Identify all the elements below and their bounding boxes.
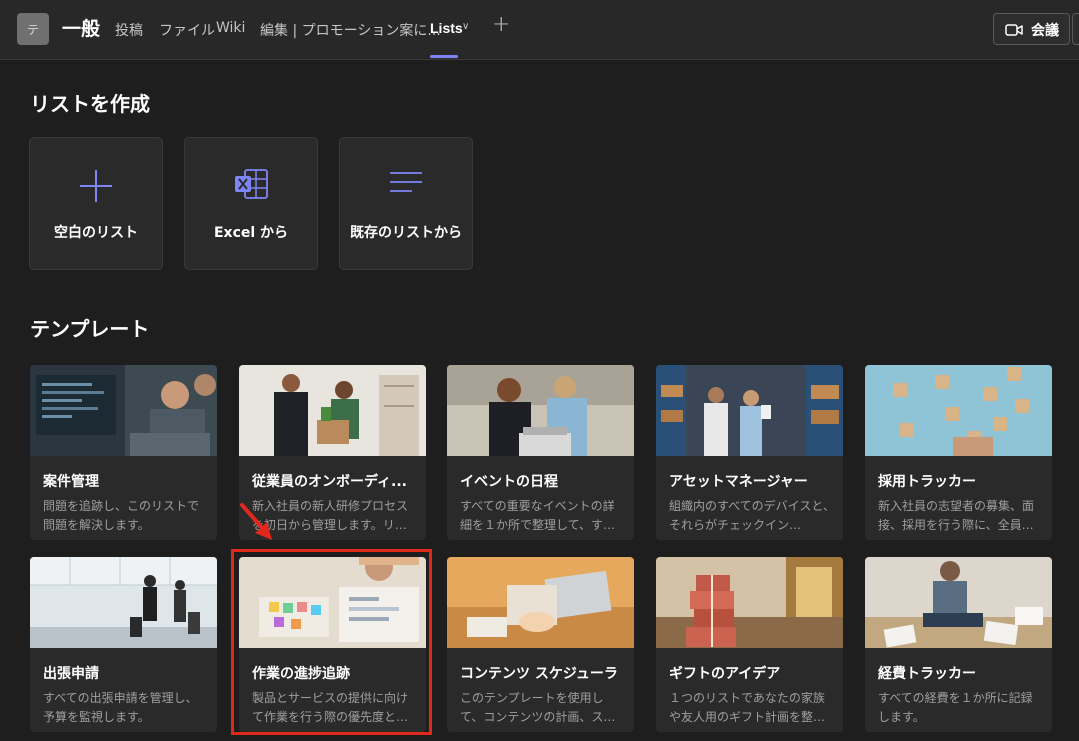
- template-image: [656, 365, 843, 456]
- template-image: [239, 365, 426, 456]
- active-tab-indicator: [430, 55, 458, 58]
- template-card-travel-requests[interactable]: 出張申請 すべての出張申請を管理し、予算を監視します。: [30, 557, 217, 732]
- tab-wiki[interactable]: Wiki: [216, 20, 245, 36]
- template-image: [865, 365, 1052, 456]
- tab-posts[interactable]: 投稿: [115, 20, 143, 40]
- plus-icon: [80, 170, 112, 202]
- red-arrow-icon: [240, 503, 272, 540]
- template-title: 経費トラッカー: [878, 666, 976, 682]
- template-description: 新入社員の志望者の募集、面接、採用を行う際に、全員…: [878, 499, 1035, 532]
- template-card-event-itinerary[interactable]: イベントの日程 すべての重要なイベントの詳細を１か所で整理して、す…: [447, 365, 634, 540]
- template-title: イベントの日程: [460, 474, 558, 490]
- template-title: 案件管理: [43, 474, 99, 490]
- tab-lists[interactable]: Lists: [430, 20, 463, 36]
- channel-header: テ 一般 投稿 ファイル Wiki 編集 | プロモーション案に... List…: [0, 0, 1079, 60]
- highlight-box: [231, 549, 432, 735]
- template-description: １つのリストであなたの家族や友人用のギフト計画を整…: [669, 691, 826, 724]
- blank-list-label: 空白のリスト: [54, 225, 138, 241]
- template-description: すべての経費を１か所に記録します。: [878, 691, 1033, 724]
- meet-label: 会議: [1031, 23, 1059, 39]
- template-card-expense-tracker[interactable]: 経費トラッカー すべての経費を１か所に記録します。: [865, 557, 1052, 732]
- tab-edit-promotion[interactable]: 編集 | プロモーション案に...: [260, 20, 441, 40]
- template-card-asset-manager[interactable]: アセットマネージャー 組織内のすべてのデバイスと、それらがチェックイン…: [656, 365, 843, 540]
- channel-name: 一般: [62, 18, 101, 40]
- from-excel-label: Excel から: [213, 225, 289, 241]
- template-card-issue-tracker[interactable]: 案件管理 問題を追跡し、このリストで問題を解決します。: [30, 365, 217, 540]
- templates-heading: テンプレート: [30, 317, 150, 341]
- excel-icon: [235, 169, 268, 199]
- template-image: [447, 365, 634, 456]
- template-title: ギフトのアイデア: [669, 666, 781, 682]
- list-lines-icon: [390, 172, 422, 192]
- template-description: 問題を追跡し、このリストで問題を解決します。: [43, 499, 200, 532]
- template-image: [865, 557, 1052, 648]
- template-description: すべての重要なイベントの詳細を１か所で整理して、す…: [460, 499, 616, 532]
- template-card-recruitment-tracker[interactable]: 採用トラッカー 新入社員の志望者の募集、面接、採用を行う際に、全員…: [865, 365, 1052, 540]
- from-excel-card[interactable]: Excel から: [184, 137, 318, 270]
- template-description: 組織内のすべてのデバイスと、それらがチェックイン…: [669, 499, 835, 532]
- team-avatar[interactable]: テ: [17, 13, 49, 45]
- from-existing-list-card[interactable]: 既存のリストから: [339, 137, 473, 270]
- template-image: [30, 557, 217, 648]
- blank-list-card[interactable]: 空白のリスト: [29, 137, 163, 270]
- chevron-down-icon[interactable]: ∨: [462, 21, 469, 32]
- template-card-gift-ideas[interactable]: ギフトのアイデア １つのリストであなたの家族や友人用のギフト計画を整…: [656, 557, 843, 732]
- template-image: [30, 365, 217, 456]
- template-title: 出張申請: [43, 666, 99, 682]
- template-card-content-scheduler[interactable]: コンテンツ スケジューラ このテンプレートを使用して、コンテンツの計画、ス…: [447, 557, 634, 732]
- template-image: [656, 557, 843, 648]
- template-title: 従業員のオンボーディ...: [252, 474, 407, 490]
- template-description: すべての出張申請を管理し、予算を監視します。: [43, 691, 198, 724]
- meet-button[interactable]: 会議: [993, 13, 1070, 45]
- template-title: 採用トラッカー: [878, 474, 976, 490]
- tab-files[interactable]: ファイル: [159, 20, 215, 40]
- template-title: アセットマネージャー: [669, 474, 808, 490]
- template-title: コンテンツ スケジューラ: [460, 666, 618, 682]
- template-image: [447, 557, 634, 648]
- template-description: このテンプレートを使用して、コンテンツの計画、ス…: [460, 691, 616, 724]
- meet-dropdown-button[interactable]: [1072, 13, 1079, 45]
- add-tab-icon[interactable]: +: [492, 14, 510, 36]
- video-camera-icon: [1005, 24, 1023, 36]
- from-existing-list-label: 既存のリストから: [350, 225, 462, 241]
- create-list-heading: リストを作成: [30, 92, 150, 116]
